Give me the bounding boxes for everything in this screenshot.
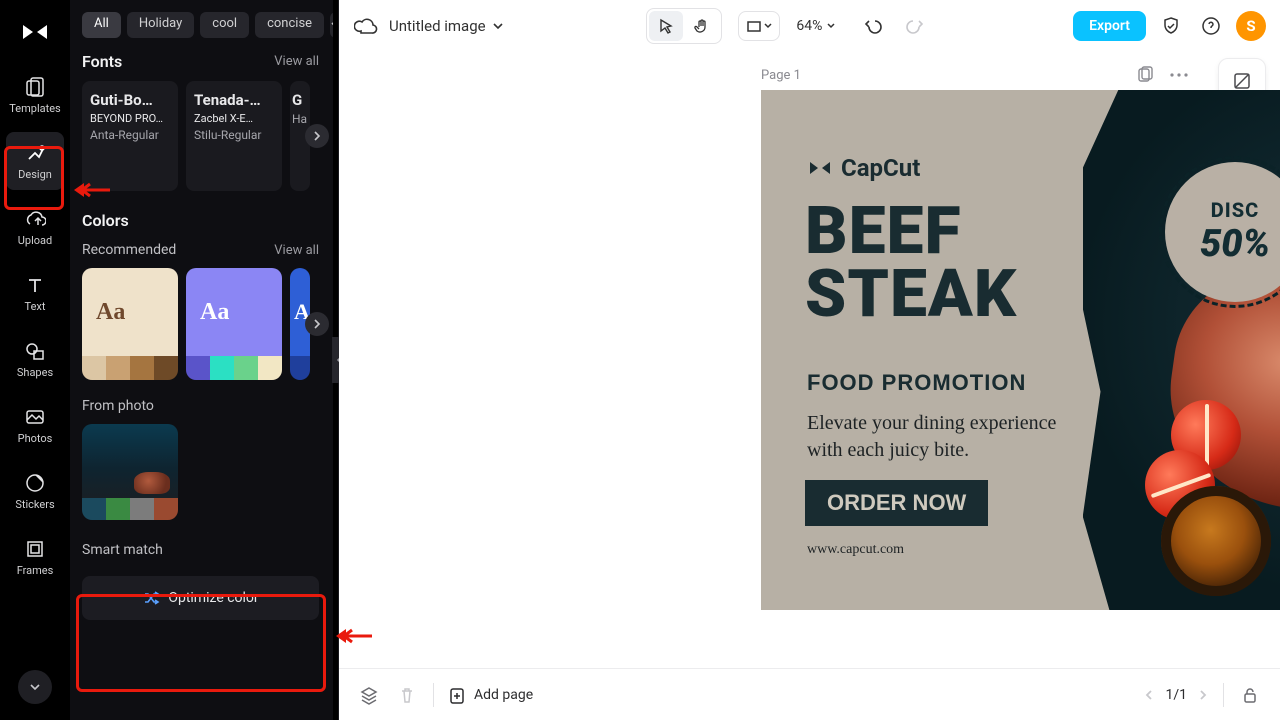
app-logo[interactable] [15,12,55,52]
fonts-next-button[interactable] [305,124,329,148]
layers-button[interactable] [357,683,381,707]
colors-section-title: Colors [82,211,129,230]
pill-cool[interactable]: cool [200,12,249,38]
from-photo-label: From photo [82,398,333,414]
export-button[interactable]: Export [1073,11,1146,41]
fonts-section-title: Fonts [82,52,122,71]
cloud-sync-icon[interactable] [353,13,379,39]
font-card[interactable]: Tenada-… Zacbel X-E… Stilu-Regular [186,81,282,191]
palette-row: Aa Aa A [82,268,333,380]
topbar: Untitled image 64% Export S [339,0,1280,52]
delete-button [395,683,419,707]
url-text: www.capcut.com [807,542,904,558]
hand-tool[interactable] [685,11,719,41]
chevron-down-icon [492,20,504,32]
templates-icon [24,76,46,98]
text-icon [24,274,46,296]
design-artwork[interactable]: DISC 50% CapCut BEEFSTEAK FOOD PROMOTION… [761,90,1280,610]
body-text: Elevate your dining experience with each… [807,410,1056,464]
annotation-arrow-icon [332,626,372,646]
nav-photos[interactable]: Photos [6,396,64,454]
brand-logo: CapCut [807,154,920,182]
headline: BEEFSTEAK [805,200,1017,325]
nav-upload[interactable]: Upload [6,198,64,256]
page-more-icon[interactable] [1168,64,1190,86]
subhead: FOOD PROMOTION [807,370,1026,396]
nav-design[interactable]: Design [6,132,64,190]
lock-button[interactable] [1238,683,1262,707]
font-card[interactable]: Guti-Bo… BEYOND PRO… Anta-Regular [82,81,178,191]
nav-more-button[interactable] [18,670,52,704]
nav-label: Upload [18,234,52,247]
fonts-view-all[interactable]: View all [274,54,319,69]
smart-match-title: Smart match [82,542,333,558]
nav-shapes[interactable]: Shapes [6,330,64,388]
nav-label: Design [18,168,52,181]
stickers-icon [24,472,46,494]
shapes-icon [24,340,46,362]
discount-badge: DISC 50% [1165,162,1280,302]
background-icon [1232,71,1252,91]
add-page-button[interactable]: Add page [448,686,533,704]
optimize-color-button[interactable]: Optimize color [82,576,319,620]
add-page-icon [448,686,466,704]
page-indicator: 1/1 [1165,687,1187,703]
annotation-arrow-icon [70,180,110,200]
nav-label: Text [25,300,46,313]
recommended-label: Recommended [82,242,176,258]
nav-label: Shapes [17,366,53,379]
redo-button[interactable] [900,11,930,41]
nav-templates[interactable]: Templates [6,66,64,124]
photo-palette-card[interactable] [82,424,178,520]
nav-frames[interactable]: Frames [6,528,64,586]
design-icon [24,142,46,164]
nav-label: Stickers [15,498,54,511]
nav-label: Frames [17,564,54,577]
pill-all[interactable]: All [82,12,121,38]
help-icon[interactable] [1196,11,1226,41]
shuffle-icon [142,589,160,607]
canvas[interactable]: Page 1 Backgr… Resize [339,52,1280,668]
photos-icon [24,406,46,428]
cursor-tool-group [646,8,722,44]
palette-next-button[interactable] [305,312,329,336]
undo-button[interactable] [858,11,888,41]
spice-bowl-image [1161,486,1271,596]
chevron-down-icon [826,21,836,31]
user-avatar[interactable]: S [1236,11,1266,41]
design-panel: All Holiday cool concise Fonts View all … [70,0,333,720]
palette-card[interactable]: Aa [186,268,282,380]
upload-icon [24,208,46,230]
left-nav: Templates Design Upload Text Shapes Phot… [0,0,70,720]
select-tool[interactable] [649,11,683,41]
canvas-size-dropdown[interactable] [738,11,780,41]
prev-page-button[interactable] [1143,689,1155,701]
filter-pill-row: All Holiday cool concise [82,12,333,38]
nav-label: Photos [18,432,53,445]
next-page-button[interactable] [1197,689,1209,701]
shield-icon[interactable] [1156,11,1186,41]
palette-card[interactable]: Aa [82,268,178,380]
colors-view-all[interactable]: View all [274,243,319,258]
frames-icon [24,538,46,560]
nav-text[interactable]: Text [6,264,64,322]
zoom-dropdown[interactable]: 64% [796,18,836,34]
page-duplicate-icon[interactable] [1134,64,1156,86]
cta-button: ORDER NOW [805,480,988,526]
font-card-row: Guti-Bo… BEYOND PRO… Anta-Regular Tenada… [82,81,333,191]
document-title[interactable]: Untitled image [389,17,504,35]
pager: 1/1 [1143,683,1262,707]
nav-label: Templates [9,102,60,115]
bottom-bar: Add page 1/1 [339,668,1280,720]
page-label: Page 1 [761,68,801,83]
nav-stickers[interactable]: Stickers [6,462,64,520]
main-area: Untitled image 64% Export S Page 1 [339,0,1280,720]
pill-concise[interactable]: concise [255,12,324,38]
pill-holiday[interactable]: Holiday [127,12,194,38]
